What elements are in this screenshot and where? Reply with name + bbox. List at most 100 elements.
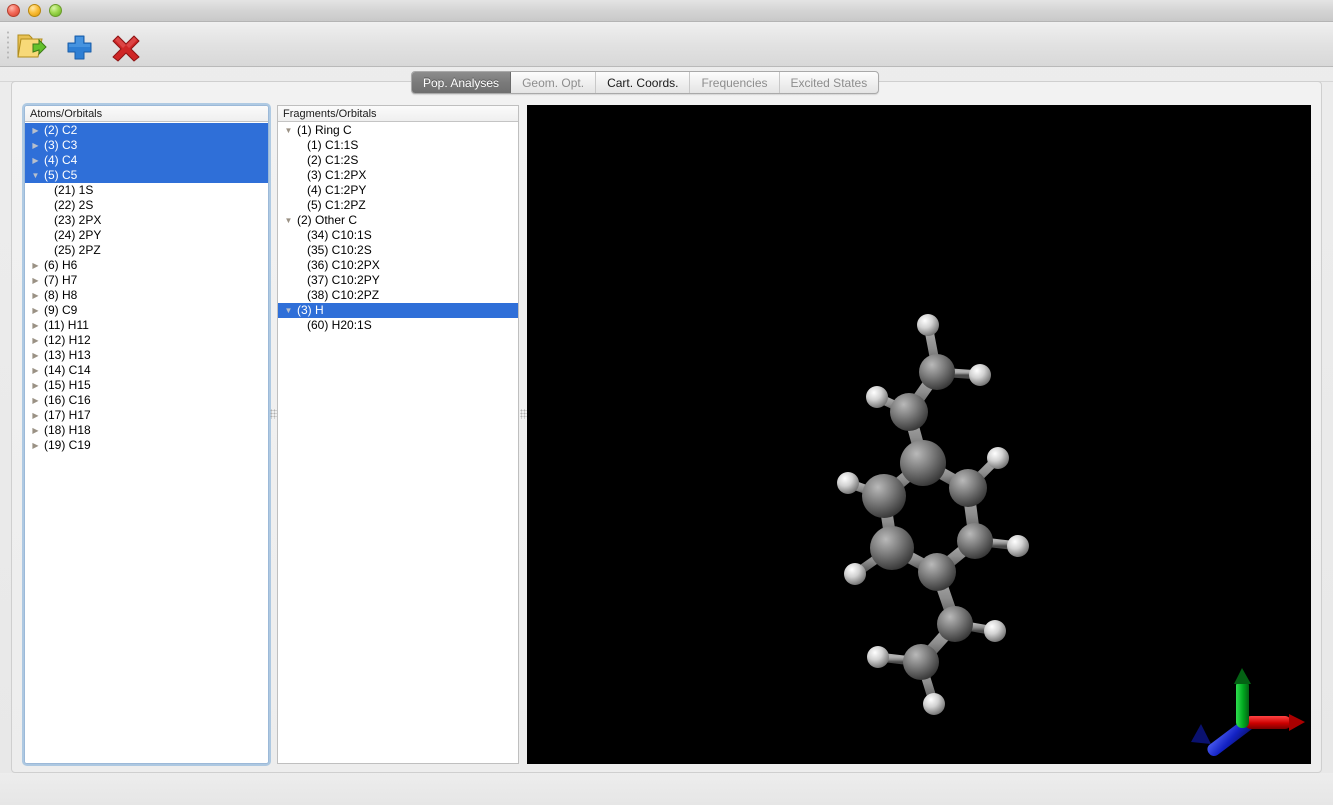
atom-row[interactable]: ▶(6) H6 [25, 258, 268, 273]
minimize-window-button[interactable] [28, 4, 41, 17]
atom-row[interactable]: ▶(4) C4 [25, 153, 268, 168]
chevron-right-icon[interactable]: ▶ [29, 393, 42, 408]
tab-label: Geom. Opt. [522, 76, 584, 90]
fragment-row[interactable]: (5) C1:2PZ [278, 198, 518, 213]
carbon-atom[interactable] [937, 606, 973, 642]
atom-row[interactable]: ▶(16) C16 [25, 393, 268, 408]
chevron-right-icon[interactable]: ▶ [29, 138, 42, 153]
atom-row[interactable]: ▶(18) H18 [25, 423, 268, 438]
application-window: Pop. Analyses Geom. Opt. Cart. Coords. F… [0, 0, 1333, 805]
chevron-right-icon[interactable]: ▶ [29, 303, 42, 318]
fragment-label: (2) Other C [295, 213, 357, 228]
atom-row[interactable]: (25) 2PZ [25, 243, 268, 258]
fragment-row[interactable]: ▼(3) H [278, 303, 518, 318]
hydrogen-atom[interactable] [837, 472, 859, 494]
atom-row[interactable]: (21) 1S [25, 183, 268, 198]
atom-row[interactable]: ▶(15) H15 [25, 378, 268, 393]
hydrogen-atom[interactable] [867, 646, 889, 668]
atom-row[interactable]: ▶(19) C19 [25, 438, 268, 453]
chevron-right-icon[interactable]: ▶ [29, 363, 42, 378]
fragment-row[interactable]: (34) C10:1S [278, 228, 518, 243]
atoms-orbitals-tree[interactable]: ▶(2) C2▶(3) C3▶(4) C4▼(5) C5(21) 1S(22) … [25, 122, 268, 764]
hydrogen-atom[interactable] [923, 693, 945, 715]
chevron-right-icon[interactable]: ▶ [29, 348, 42, 363]
hydrogen-atom[interactable] [917, 314, 939, 336]
hydrogen-atom[interactable] [984, 620, 1006, 642]
atom-row[interactable]: ▶(12) H12 [25, 333, 268, 348]
atom-row[interactable]: ▶(3) C3 [25, 138, 268, 153]
fragment-row[interactable]: (4) C1:2PY [278, 183, 518, 198]
fragment-row[interactable]: (37) C10:2PY [278, 273, 518, 288]
carbon-atom[interactable] [870, 526, 914, 570]
hydrogen-atom[interactable] [1007, 535, 1029, 557]
tab-cart-coords[interactable]: Cart. Coords. [596, 72, 690, 93]
carbon-atom[interactable] [949, 469, 987, 507]
tab-frequencies[interactable]: Frequencies [690, 72, 779, 93]
fragments-orbitals-tree[interactable]: ▼(1) Ring C(1) C1:1S(2) C1:2S(3) C1:2PX(… [278, 122, 518, 764]
atom-row[interactable]: ▶(11) H11 [25, 318, 268, 333]
atom-row[interactable]: (24) 2PY [25, 228, 268, 243]
fragment-row[interactable]: (35) C10:2S [278, 243, 518, 258]
splitter-right[interactable] [520, 409, 527, 419]
tab-excited-states[interactable]: Excited States [780, 72, 879, 93]
carbon-atom[interactable] [903, 644, 939, 680]
chevron-right-icon[interactable]: ▶ [29, 333, 42, 348]
chevron-right-icon[interactable]: ▶ [29, 318, 42, 333]
chevron-right-icon[interactable]: ▶ [29, 273, 42, 288]
chevron-down-icon[interactable]: ▼ [282, 123, 295, 138]
hydrogen-atom[interactable] [987, 447, 1009, 469]
chevron-right-icon[interactable]: ▶ [29, 408, 42, 423]
atom-row[interactable]: ▶(13) H13 [25, 348, 268, 363]
molecule-3d-viewer[interactable] [527, 105, 1311, 764]
hydrogen-atom[interactable] [866, 386, 888, 408]
content-panel: Atoms/Orbitals ▶(2) C2▶(3) C3▶(4) C4▼(5)… [11, 81, 1322, 773]
carbon-atom[interactable] [919, 354, 955, 390]
chevron-right-icon[interactable]: ▶ [29, 438, 42, 453]
fragment-row[interactable]: ▼(2) Other C [278, 213, 518, 228]
chevron-right-icon[interactable]: ▶ [29, 123, 42, 138]
carbon-atom[interactable] [890, 393, 928, 431]
chevron-right-icon[interactable]: ▶ [29, 258, 42, 273]
chevron-down-icon[interactable]: ▼ [29, 168, 42, 183]
fragment-row[interactable]: (38) C10:2PZ [278, 288, 518, 303]
chevron-right-icon[interactable]: ▶ [29, 288, 42, 303]
carbon-atom[interactable] [900, 440, 946, 486]
fragment-row[interactable]: ▼(1) Ring C [278, 123, 518, 138]
fragment-row[interactable]: (1) C1:1S [278, 138, 518, 153]
add-button[interactable] [60, 30, 98, 62]
open-folder-button[interactable] [14, 30, 52, 62]
hydrogen-atom[interactable] [844, 563, 866, 585]
folder-open-icon [14, 30, 52, 62]
carbon-atom[interactable] [918, 553, 956, 591]
atom-row[interactable]: ▶(9) C9 [25, 303, 268, 318]
close-window-button[interactable] [7, 4, 20, 17]
carbon-atom[interactable] [957, 523, 993, 559]
atom-row[interactable]: (22) 2S [25, 198, 268, 213]
atom-row[interactable]: ▶(2) C2 [25, 123, 268, 138]
chevron-down-icon[interactable]: ▼ [282, 213, 295, 228]
fragment-label: (1) C1:1S [305, 138, 358, 153]
fragment-row[interactable]: (36) C10:2PX [278, 258, 518, 273]
atom-row[interactable]: ▶(7) H7 [25, 273, 268, 288]
atom-row[interactable]: (23) 2PX [25, 213, 268, 228]
fragment-row[interactable]: (3) C1:2PX [278, 168, 518, 183]
maximize-window-button[interactable] [49, 4, 62, 17]
tab-geom-opt[interactable]: Geom. Opt. [511, 72, 596, 93]
chevron-down-icon[interactable]: ▼ [282, 303, 295, 318]
tab-label: Pop. Analyses [423, 76, 499, 90]
chevron-right-icon[interactable]: ▶ [29, 378, 42, 393]
chevron-right-icon[interactable]: ▶ [29, 153, 42, 168]
chevron-right-icon[interactable]: ▶ [29, 423, 42, 438]
fragment-row[interactable]: (60) H20:1S [278, 318, 518, 333]
tab-pop-analyses[interactable]: Pop. Analyses [412, 72, 511, 93]
plus-icon [60, 30, 98, 62]
splitter-left[interactable] [270, 409, 277, 419]
delete-button[interactable] [107, 30, 145, 62]
atom-row[interactable]: ▼(5) C5 [25, 168, 268, 183]
atom-row[interactable]: ▶(8) H8 [25, 288, 268, 303]
fragment-row[interactable]: (2) C1:2S [278, 153, 518, 168]
carbon-atom[interactable] [862, 474, 906, 518]
atom-row[interactable]: ▶(14) C14 [25, 363, 268, 378]
atom-row[interactable]: ▶(17) H17 [25, 408, 268, 423]
hydrogen-atom[interactable] [969, 364, 991, 386]
